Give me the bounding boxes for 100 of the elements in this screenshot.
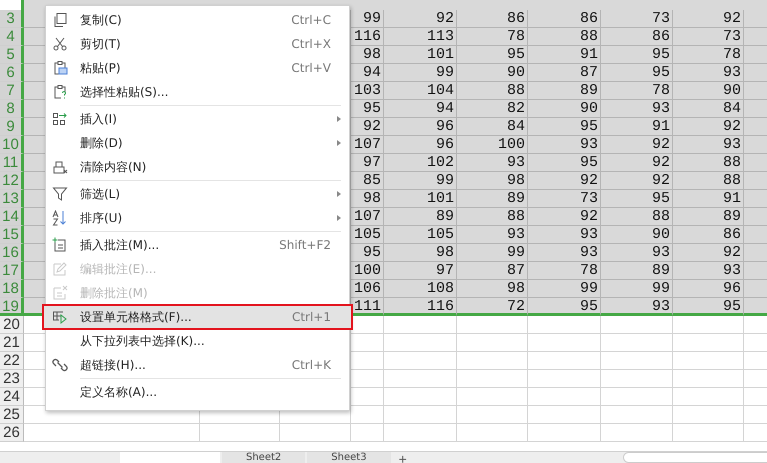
table-cell: 116: [384, 298, 457, 316]
table-cell: 73: [528, 190, 601, 208]
table-cell: 91: [528, 46, 601, 64]
table-cell: 93: [673, 262, 744, 280]
menu-item[interactable]: 插入(I): [46, 107, 349, 131]
table-cell: 89: [673, 208, 744, 226]
menu-item-label: 粘贴(P): [80, 60, 121, 76]
shortcut-label: Shift+F2: [279, 238, 331, 252]
table-cell: 98: [351, 190, 384, 208]
menu-item[interactable]: 清除内容(N): [46, 155, 349, 179]
table-cell: 98: [351, 46, 384, 64]
shortcut-label: Ctrl+V: [291, 61, 331, 75]
table-cell: 99: [384, 64, 457, 82]
table-cell: 89: [528, 82, 601, 100]
menu-item-label: 从下拉列表中选择(K)...: [80, 332, 205, 350]
table-cell: 93: [673, 64, 744, 82]
menu-item-label: 编辑批注(E)...: [80, 260, 156, 278]
table-cell: 88: [601, 208, 673, 226]
menu-item[interactable]: 复制(C) Ctrl+C: [46, 8, 349, 32]
table-cell: 96: [673, 280, 744, 298]
table-cell: 98: [384, 244, 457, 262]
menu-item-label: 设置单元格格式(F)...: [80, 308, 192, 326]
sheet-tab[interactable]: [120, 452, 220, 463]
table-cell: 90: [673, 82, 744, 100]
table-cell: 100: [457, 136, 528, 154]
table-cell: 85: [351, 172, 384, 190]
table-cell: 84: [673, 100, 744, 118]
row-header[interactable]: 24: [0, 388, 24, 406]
table-cell: 98: [457, 172, 528, 190]
menu-item-label: 定义名称(A)...: [80, 384, 158, 400]
table-cell: 84: [457, 118, 528, 136]
menu-item-label: 插入(I): [80, 110, 117, 128]
table-cell: 86: [673, 226, 744, 244]
table-cell: 104: [384, 82, 457, 100]
row-header[interactable]: 25: [0, 406, 24, 424]
menu-item[interactable]: 粘贴(P) Ctrl+V: [46, 56, 349, 80]
table-cell: 93: [528, 136, 601, 154]
menu-item[interactable]: 排序(U): [46, 206, 349, 230]
table-cell: 101: [384, 46, 457, 64]
menu-item[interactable]: 筛选(L): [46, 182, 349, 206]
shortcut-label: Ctrl+1: [292, 310, 331, 324]
sheet-tab[interactable]: Sheet2: [222, 452, 306, 463]
link-icon: [52, 357, 68, 373]
row-header[interactable]: 21: [0, 334, 24, 352]
table-cell: 92: [528, 172, 601, 190]
menu-item[interactable]: 设置单元格格式(F)... Ctrl+1: [43, 305, 352, 329]
menu-item[interactable]: 超链接(H)... Ctrl+K: [46, 353, 349, 377]
comment-edit-icon: [52, 261, 68, 277]
table-cell: 73: [601, 10, 673, 28]
row-header[interactable]: 20: [0, 316, 24, 334]
menu-item[interactable]: 剪切(T) Ctrl+X: [46, 32, 349, 56]
shortcut-label: Ctrl+X: [291, 37, 331, 51]
table-cell: 86: [601, 28, 673, 46]
row-header[interactable]: 22: [0, 352, 24, 370]
menu-item[interactable]: 插入批注(M)... Shift+F2: [46, 233, 349, 257]
table-cell: 107: [351, 208, 384, 226]
table-cell: 92: [528, 208, 601, 226]
table-cell: 99: [351, 10, 384, 28]
table-cell: 99: [601, 280, 673, 298]
table-cell: 95: [601, 64, 673, 82]
menu-item[interactable]: 定义名称(A)...: [46, 380, 349, 404]
table-cell: 86: [457, 10, 528, 28]
table-cell: 111: [351, 298, 384, 316]
sheet-tab[interactable]: Sheet3: [307, 452, 391, 463]
shortcut-label: Ctrl+C: [291, 13, 331, 27]
table-cell: 95: [457, 46, 528, 64]
table-cell: 72: [457, 298, 528, 316]
table-cell: 91: [673, 190, 744, 208]
table-cell: 113: [384, 28, 457, 46]
menu-item[interactable]: 从下拉列表中选择(K)...: [46, 329, 349, 353]
table-cell: 116: [351, 28, 384, 46]
table-cell: 93: [457, 154, 528, 172]
sort-icon: [52, 210, 68, 226]
table-cell: 100: [351, 262, 384, 280]
menu-item[interactable]: 选择性粘贴(S)...: [46, 80, 349, 104]
comment-add-icon: [52, 237, 68, 253]
table-cell: 101: [384, 190, 457, 208]
table-cell: 92: [673, 244, 744, 262]
table-cell: 102: [384, 154, 457, 172]
table-cell: 98: [457, 280, 528, 298]
table-cell: 92: [601, 172, 673, 190]
horizontal-scrollbar[interactable]: [623, 452, 767, 463]
table-cell: 93: [457, 226, 528, 244]
table-cell: 93: [673, 136, 744, 154]
table-cell: 92: [601, 154, 673, 172]
table-cell: 105: [384, 226, 457, 244]
row-header[interactable]: 26: [0, 424, 24, 442]
table-cell: 78: [673, 46, 744, 64]
menu-item-label: 排序(U): [80, 210, 122, 226]
table-cell: 88: [528, 28, 601, 46]
table-cell: 82: [457, 100, 528, 118]
menu-item[interactable]: 删除(D): [46, 131, 349, 155]
row-header[interactable]: 23: [0, 370, 24, 388]
table-cell: 87: [457, 262, 528, 280]
table-cell: 88: [673, 172, 744, 190]
menu-item-label: 插入批注(M)...: [80, 236, 160, 254]
add-sheet-button[interactable]: +: [392, 452, 413, 463]
table-cell: 93: [528, 244, 601, 262]
table-cell: 95: [351, 244, 384, 262]
table-cell: 92: [673, 118, 744, 136]
